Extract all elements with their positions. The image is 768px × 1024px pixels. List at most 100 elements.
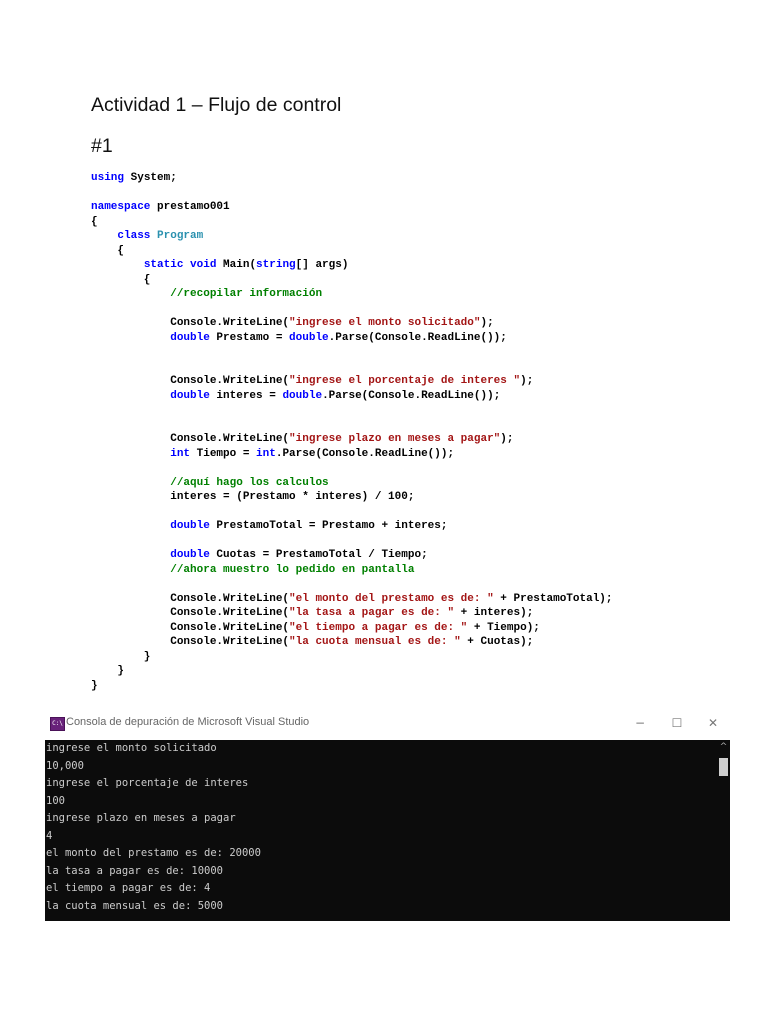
code-line: {	[91, 215, 613, 230]
maximize-button[interactable]: ☐	[662, 712, 692, 734]
code-line: Console.WriteLine("ingrese el monto soli…	[91, 316, 613, 331]
code-token: [] args)	[295, 259, 349, 271]
console-line: el tiempo a pagar es de: 4	[46, 882, 211, 894]
console-output[interactable]: ingrese el monto solicitado 10,000 ingrese…	[45, 740, 717, 921]
console-line: ingrese el porcentaje de interes	[46, 777, 249, 789]
code-line: double interes = double.Parse(Console.Re…	[91, 389, 613, 404]
code-line: class Program	[91, 229, 613, 244]
console-line: ingrese plazo en meses a pagar	[46, 812, 236, 824]
code-token: System;	[124, 172, 177, 184]
code-line: double Prestamo = double.Parse(Console.R…	[91, 331, 613, 346]
code-token: Prestamo =	[209, 331, 290, 344]
code-token: Main(	[216, 259, 257, 271]
code-token: Console.WriteLine(	[91, 636, 290, 648]
code-token: Console.WriteLine(	[91, 592, 290, 605]
code-token: "el monto del prestamo es de: "	[289, 592, 494, 605]
code-token: //ahora muestro lo pedido en pantalla	[170, 563, 415, 576]
code-line: Console.WriteLine("el tiempo a pagar es …	[91, 621, 613, 636]
code-token: );	[520, 375, 534, 387]
code-token: using	[91, 172, 125, 184]
code-token: Console.WriteLine(	[91, 375, 290, 387]
code-token: "el tiempo a pagar es de: "	[289, 621, 468, 634]
code-line: {	[91, 244, 613, 259]
code-token: "la tasa a pagar es de: "	[289, 607, 455, 619]
code-token: Console.WriteLine(	[91, 433, 290, 445]
code-line: Console.WriteLine("la tasa a pagar es de…	[91, 606, 613, 621]
code-token: );	[500, 433, 514, 445]
code-token: Program	[157, 230, 204, 242]
code-token: double	[170, 549, 210, 561]
code-token: );	[480, 317, 494, 329]
code-line: Console.WriteLine("ingrese el porcentaje…	[91, 374, 613, 389]
code-line: }	[91, 679, 613, 694]
console-scrollbar[interactable]: ^	[717, 740, 730, 921]
code-line: Console.WriteLine("la cuota mensual es d…	[91, 635, 613, 650]
code-token: "ingrese plazo en meses a pagar"	[289, 433, 501, 445]
code-token: int	[256, 447, 276, 460]
scroll-thumb[interactable]	[719, 758, 728, 776]
code-line: int Tiempo = int.Parse(Console.ReadLine(…	[91, 447, 613, 462]
code-line: static void Main(string[] args)	[91, 258, 613, 273]
console-line: el monto del prestamo es de: 20000	[46, 847, 261, 859]
console-line: 4	[46, 829, 53, 842]
console-titlebar[interactable]: C:\ Consola de depuración de Microsoft V…	[45, 710, 730, 738]
console-line: la tasa a pagar es de: 10000	[46, 864, 224, 877]
console-line: 100	[46, 794, 65, 807]
code-line: double PrestamoTotal = Prestamo + intere…	[91, 519, 613, 534]
document-title: Actividad 1 – Flujo de control	[91, 94, 342, 116]
code-line: double Cuotas = PrestamoTotal / Tiempo;	[91, 548, 613, 563]
code-line: namespace prestamo001	[91, 200, 613, 215]
code-token: }	[91, 650, 151, 663]
minimize-button[interactable]: −	[625, 712, 655, 734]
code-block: using System; namespace prestamo001{ clas…	[91, 171, 613, 693]
code-token: prestamo001	[150, 201, 230, 213]
code-token: {	[91, 215, 98, 228]
console-line: ingrese el monto solicitado	[46, 742, 217, 754]
code-token: .Parse(Console.ReadLine());	[322, 389, 501, 402]
code-token: Cuotas = PrestamoTotal / Tiempo;	[209, 549, 428, 561]
code-token: Console.WriteLine(	[91, 621, 290, 634]
code-token: + Tiempo);	[467, 621, 540, 634]
close-button[interactable]: ✕	[698, 712, 728, 734]
code-token: double	[170, 389, 210, 402]
console-line: la cuota mensual es de: 5000	[46, 899, 224, 912]
code-token: static	[143, 259, 184, 271]
code-token: double	[170, 520, 210, 532]
scroll-up-arrow-icon[interactable]: ^	[717, 740, 730, 754]
code-token: double	[170, 331, 210, 344]
console-window: C:\ Consola de depuración de Microsoft V…	[45, 710, 730, 921]
code-token: double	[289, 331, 329, 344]
code-line: //recopilar información	[91, 287, 613, 302]
code-token: Console.WriteLine(	[91, 317, 290, 329]
code-line: }	[91, 664, 613, 679]
code-line: interes = (Prestamo * interes) / 100;	[91, 490, 613, 505]
code-token: Tiempo =	[190, 447, 257, 460]
code-token: }	[91, 665, 125, 677]
code-line: //ahora muestro lo pedido en pantalla	[91, 563, 613, 578]
exercise-number: #1	[91, 135, 113, 157]
code-line: //aquí hago los calculos	[91, 476, 613, 491]
close-icon: ✕	[707, 716, 719, 730]
code-token: + interes);	[454, 607, 534, 619]
code-token: int	[170, 447, 191, 460]
minimize-icon: −	[634, 716, 646, 730]
maximize-icon: ☐	[671, 716, 683, 730]
